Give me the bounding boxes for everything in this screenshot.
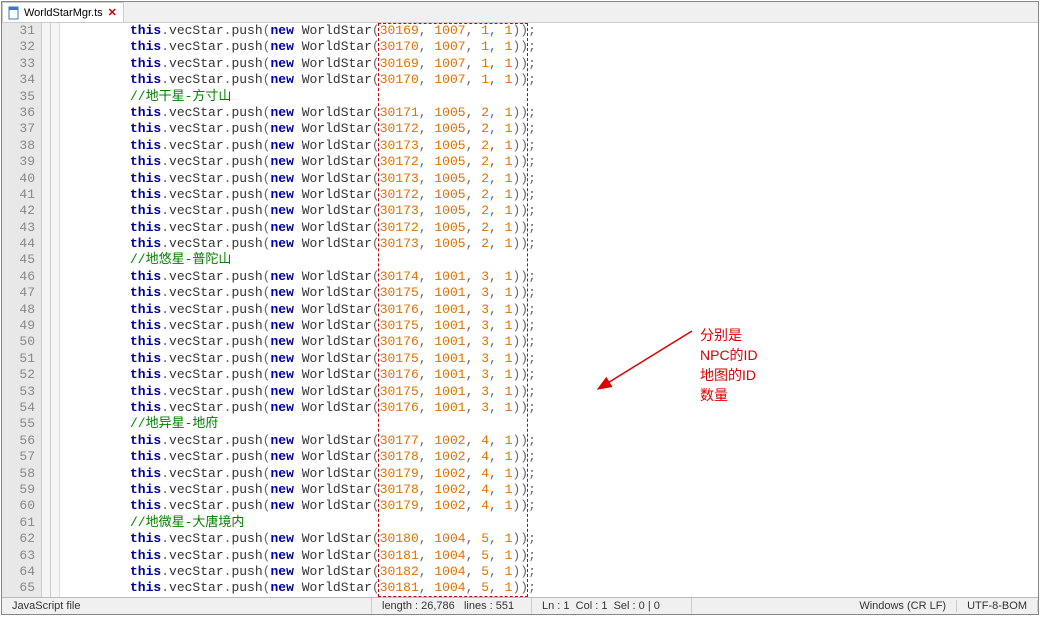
- line-number: 52: [2, 367, 35, 383]
- line-number: 49: [2, 318, 35, 334]
- code-line[interactable]: this.vecStar.push(new WorldStar(30169, 1…: [64, 56, 1038, 72]
- code-line[interactable]: this.vecStar.push(new WorldStar(30172, 1…: [64, 187, 1038, 203]
- code-line[interactable]: this.vecStar.push(new WorldStar(30173, 1…: [64, 203, 1038, 219]
- code-line[interactable]: this.vecStar.push(new WorldStar(30182, 1…: [64, 564, 1038, 580]
- line-number: 47: [2, 285, 35, 301]
- code-line[interactable]: this.vecStar.push(new WorldStar(30176, 1…: [64, 334, 1038, 350]
- line-number: 39: [2, 154, 35, 170]
- code-line[interactable]: this.vecStar.push(new WorldStar(30175, 1…: [64, 351, 1038, 367]
- code-line[interactable]: this.vecStar.push(new WorldStar(30172, 1…: [64, 121, 1038, 137]
- annotation-line-3: 地图的ID: [700, 365, 758, 385]
- line-number: 61: [2, 515, 35, 531]
- status-position: Ln : 1 Col : 1 Sel : 0 | 0: [532, 598, 692, 614]
- line-number: 46: [2, 269, 35, 285]
- code-line[interactable]: this.vecStar.push(new WorldStar(30172, 1…: [64, 154, 1038, 170]
- annotation-line-4: 数量: [700, 385, 758, 405]
- line-number: 43: [2, 220, 35, 236]
- line-number: 64: [2, 564, 35, 580]
- code-line[interactable]: this.vecStar.push(new WorldStar(30179, 1…: [64, 466, 1038, 482]
- line-number: 53: [2, 384, 35, 400]
- code-line[interactable]: this.vecStar.push(new WorldStar(30173, 1…: [64, 138, 1038, 154]
- line-number: 42: [2, 203, 35, 219]
- tab-bar: WorldStarMgr.ts ✕: [2, 2, 1038, 23]
- line-number: 44: [2, 236, 35, 252]
- code-line[interactable]: this.vecStar.push(new WorldStar(30173, 1…: [64, 171, 1038, 187]
- code-line[interactable]: this.vecStar.push(new WorldStar(30170, 1…: [64, 72, 1038, 88]
- code-line[interactable]: this.vecStar.push(new WorldStar(30181, 1…: [64, 548, 1038, 564]
- code-line[interactable]: this.vecStar.push(new WorldStar(30179, 1…: [64, 498, 1038, 514]
- annotation-line-1: 分别是: [700, 325, 758, 345]
- line-number: 41: [2, 187, 35, 203]
- line-number: 35: [2, 89, 35, 105]
- line-number: 36: [2, 105, 35, 121]
- code-line[interactable]: this.vecStar.push(new WorldStar(30169, 1…: [64, 23, 1038, 39]
- code-line[interactable]: this.vecStar.push(new WorldStar(30176, 1…: [64, 302, 1038, 318]
- code-line[interactable]: this.vecStar.push(new WorldStar(30170, 1…: [64, 39, 1038, 55]
- code-line[interactable]: this.vecStar.push(new WorldStar(30173, 1…: [64, 236, 1038, 252]
- line-number: 32: [2, 39, 35, 55]
- code-line[interactable]: this.vecStar.push(new WorldStar(30175, 1…: [64, 318, 1038, 334]
- code-line[interactable]: this.vecStar.push(new WorldStar(30180, 1…: [64, 531, 1038, 547]
- code-line[interactable]: this.vecStar.push(new WorldStar(30176, 1…: [64, 400, 1038, 416]
- line-number: 55: [2, 416, 35, 432]
- line-number: 31: [2, 23, 35, 39]
- line-number: 60: [2, 498, 35, 514]
- line-number: 58: [2, 466, 35, 482]
- code-line[interactable]: this.vecStar.push(new WorldStar(30178, 1…: [64, 482, 1038, 498]
- code-line[interactable]: this.vecStar.push(new WorldStar(30174, 1…: [64, 269, 1038, 285]
- line-number: 63: [2, 548, 35, 564]
- status-eol: Windows (CR LF): [849, 600, 957, 612]
- code-line[interactable]: this.vecStar.push(new WorldStar(30178, 1…: [64, 449, 1038, 465]
- line-number: 65: [2, 580, 35, 596]
- code-line[interactable]: //地微星-大唐境内: [64, 515, 1038, 531]
- line-number: 54: [2, 400, 35, 416]
- line-number: 33: [2, 56, 35, 72]
- tab-filename: WorldStarMgr.ts: [24, 7, 103, 19]
- line-number: 48: [2, 302, 35, 318]
- editor-area[interactable]: 3132333435363738394041424344454647484950…: [2, 23, 1038, 597]
- code-line[interactable]: //地异星-地府: [64, 416, 1038, 432]
- code-line[interactable]: //地悠星-普陀山: [64, 252, 1038, 268]
- status-encoding: UTF-8-BOM: [957, 600, 1038, 612]
- line-number: 50: [2, 334, 35, 350]
- editor-window: WorldStarMgr.ts ✕ 3132333435363738394041…: [1, 1, 1039, 615]
- line-number: 38: [2, 138, 35, 154]
- status-filetype: JavaScript file: [2, 598, 372, 614]
- line-number: 37: [2, 121, 35, 137]
- line-number: 45: [2, 252, 35, 268]
- code-line[interactable]: this.vecStar.push(new WorldStar(30176, 1…: [64, 367, 1038, 383]
- status-length-lines: length : 26,786 lines : 551: [372, 598, 532, 614]
- code-line[interactable]: //地干星-方寸山: [64, 89, 1038, 105]
- line-number: 51: [2, 351, 35, 367]
- code-content[interactable]: 分别是 NPC的ID 地图的ID 数量 this.vecStar.push(ne…: [60, 23, 1038, 597]
- file-tab[interactable]: WorldStarMgr.ts ✕: [2, 2, 124, 22]
- line-number: 59: [2, 482, 35, 498]
- code-line[interactable]: this.vecStar.push(new WorldStar(30171, 1…: [64, 105, 1038, 121]
- line-number: 62: [2, 531, 35, 547]
- annotation-line-2: NPC的ID: [700, 345, 758, 365]
- code-line[interactable]: this.vecStar.push(new WorldStar(30175, 1…: [64, 384, 1038, 400]
- status-bar: JavaScript file length : 26,786 lines : …: [2, 597, 1038, 614]
- code-line[interactable]: this.vecStar.push(new WorldStar(30177, 1…: [64, 433, 1038, 449]
- line-gutter: 3132333435363738394041424344454647484950…: [2, 23, 42, 597]
- annotation-text: 分别是 NPC的ID 地图的ID 数量: [700, 325, 758, 405]
- code-line[interactable]: this.vecStar.push(new WorldStar(30172, 1…: [64, 220, 1038, 236]
- line-number: 57: [2, 449, 35, 465]
- code-line[interactable]: this.vecStar.push(new WorldStar(30181, 1…: [64, 580, 1038, 596]
- line-number: 56: [2, 433, 35, 449]
- line-number: 34: [2, 72, 35, 88]
- fold-margin: [42, 23, 60, 597]
- line-number: 40: [2, 171, 35, 187]
- code-line[interactable]: this.vecStar.push(new WorldStar(30175, 1…: [64, 285, 1038, 301]
- close-icon[interactable]: ✕: [106, 6, 119, 19]
- file-icon: [7, 6, 21, 20]
